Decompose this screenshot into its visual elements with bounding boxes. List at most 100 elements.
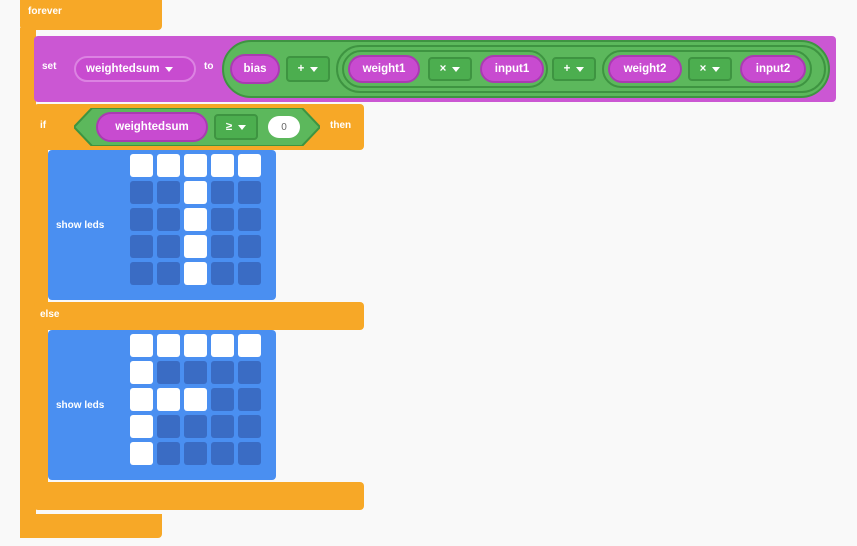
led-cell[interactable] [238, 388, 261, 411]
to-label: to [204, 61, 214, 72]
input1-label: input1 [494, 63, 530, 75]
set-variable-block[interactable]: set weightedsum to bias + weight1 × inpu… [34, 36, 836, 102]
if-label: if [40, 120, 47, 131]
led-cell[interactable] [130, 181, 153, 204]
led-cell[interactable] [184, 208, 207, 231]
chevron-down-icon [712, 66, 721, 72]
variable-name: weightedsum [86, 63, 160, 75]
led-cell[interactable] [211, 208, 234, 231]
input1-reporter[interactable]: input1 [480, 55, 544, 83]
led-cell[interactable] [184, 181, 207, 204]
compare-value-input[interactable]: 0 [268, 116, 300, 138]
math-add-outer-block[interactable]: bias + weight1 × input1 + weight2 × inpu… [222, 40, 830, 98]
led-cell[interactable] [211, 154, 234, 177]
led-cell[interactable] [130, 442, 153, 465]
forever-bottom [20, 514, 162, 538]
led-cell[interactable] [157, 181, 180, 204]
led-cell[interactable] [238, 235, 261, 258]
forever-label: forever [28, 6, 62, 17]
led-cell[interactable] [211, 442, 234, 465]
times-operator-dropdown-1[interactable]: × [428, 57, 472, 81]
led-cell[interactable] [157, 388, 180, 411]
led-cell[interactable] [157, 235, 180, 258]
bias-label: bias [243, 63, 267, 75]
led-cell[interactable] [130, 334, 153, 357]
led-cell[interactable] [130, 262, 153, 285]
led-cell[interactable] [157, 442, 180, 465]
weight1-reporter[interactable]: weight1 [348, 55, 420, 83]
led-cell[interactable] [157, 262, 180, 285]
then-label: then [330, 120, 352, 131]
led-cell[interactable] [184, 262, 207, 285]
plus-operator-dropdown[interactable]: + [286, 56, 330, 82]
led-cell[interactable] [130, 415, 153, 438]
math-add-inner-block[interactable]: weight1 × input1 + weight2 × input2 [336, 45, 826, 93]
led-cell[interactable] [238, 262, 261, 285]
led-cell[interactable] [184, 334, 207, 357]
show-leds-block-2[interactable]: show leds [48, 330, 276, 480]
led-cell[interactable] [157, 208, 180, 231]
else-label: else [40, 309, 60, 320]
comparator-dropdown[interactable]: ≥ [214, 114, 258, 140]
weight1-label: weight1 [362, 63, 406, 75]
led-matrix-2[interactable] [130, 334, 261, 465]
chevron-down-icon [310, 66, 319, 72]
forever-block[interactable]: forever [20, 0, 162, 30]
set-label: set [42, 61, 57, 72]
led-cell[interactable] [130, 154, 153, 177]
if-bottom [34, 482, 364, 510]
plus-label: + [297, 63, 305, 75]
times-label: × [699, 63, 707, 75]
math-multiply-block-2[interactable]: weight2 × input2 [602, 50, 812, 88]
times-operator-dropdown-2[interactable]: × [688, 57, 732, 81]
led-cell[interactable] [211, 181, 234, 204]
led-matrix-1[interactable] [130, 154, 261, 285]
led-cell[interactable] [211, 361, 234, 384]
weightedsum-reporter[interactable]: weightedsum [96, 112, 208, 142]
led-cell[interactable] [211, 262, 234, 285]
compare-value: 0 [281, 121, 287, 133]
input2-label: input2 [755, 63, 791, 75]
led-cell[interactable] [157, 361, 180, 384]
variable-dropdown[interactable]: weightedsum [74, 56, 196, 82]
led-cell[interactable] [184, 388, 207, 411]
plus-operator-dropdown-2[interactable]: + [552, 57, 596, 81]
chevron-down-icon [165, 66, 174, 72]
math-multiply-block-1[interactable]: weight1 × input1 [342, 50, 548, 88]
if-header[interactable]: if weightedsum ≥ 0 then [34, 104, 364, 150]
led-cell[interactable] [211, 235, 234, 258]
led-cell[interactable] [238, 181, 261, 204]
show-leds-label: show leds [56, 400, 105, 411]
times-label: × [439, 63, 447, 75]
led-cell[interactable] [238, 415, 261, 438]
led-cell[interactable] [184, 415, 207, 438]
else-bar[interactable]: else [34, 302, 364, 330]
led-cell[interactable] [157, 415, 180, 438]
chevron-down-icon [238, 124, 247, 130]
led-cell[interactable] [211, 415, 234, 438]
plus-label: + [563, 63, 571, 75]
led-cell[interactable] [157, 334, 180, 357]
led-cell[interactable] [184, 442, 207, 465]
led-cell[interactable] [238, 154, 261, 177]
led-cell[interactable] [130, 235, 153, 258]
led-cell[interactable] [157, 154, 180, 177]
input2-reporter[interactable]: input2 [740, 55, 806, 83]
led-cell[interactable] [130, 361, 153, 384]
led-cell[interactable] [238, 442, 261, 465]
chevron-down-icon [452, 66, 461, 72]
led-cell[interactable] [130, 388, 153, 411]
show-leds-block-1[interactable]: show leds [48, 150, 276, 300]
led-cell[interactable] [211, 388, 234, 411]
led-cell[interactable] [238, 334, 261, 357]
led-cell[interactable] [184, 361, 207, 384]
bias-reporter[interactable]: bias [230, 54, 280, 84]
comparator-label: ≥ [225, 121, 233, 133]
led-cell[interactable] [184, 154, 207, 177]
weight2-reporter[interactable]: weight2 [608, 55, 682, 83]
led-cell[interactable] [238, 361, 261, 384]
led-cell[interactable] [238, 208, 261, 231]
led-cell[interactable] [211, 334, 234, 357]
led-cell[interactable] [184, 235, 207, 258]
led-cell[interactable] [130, 208, 153, 231]
